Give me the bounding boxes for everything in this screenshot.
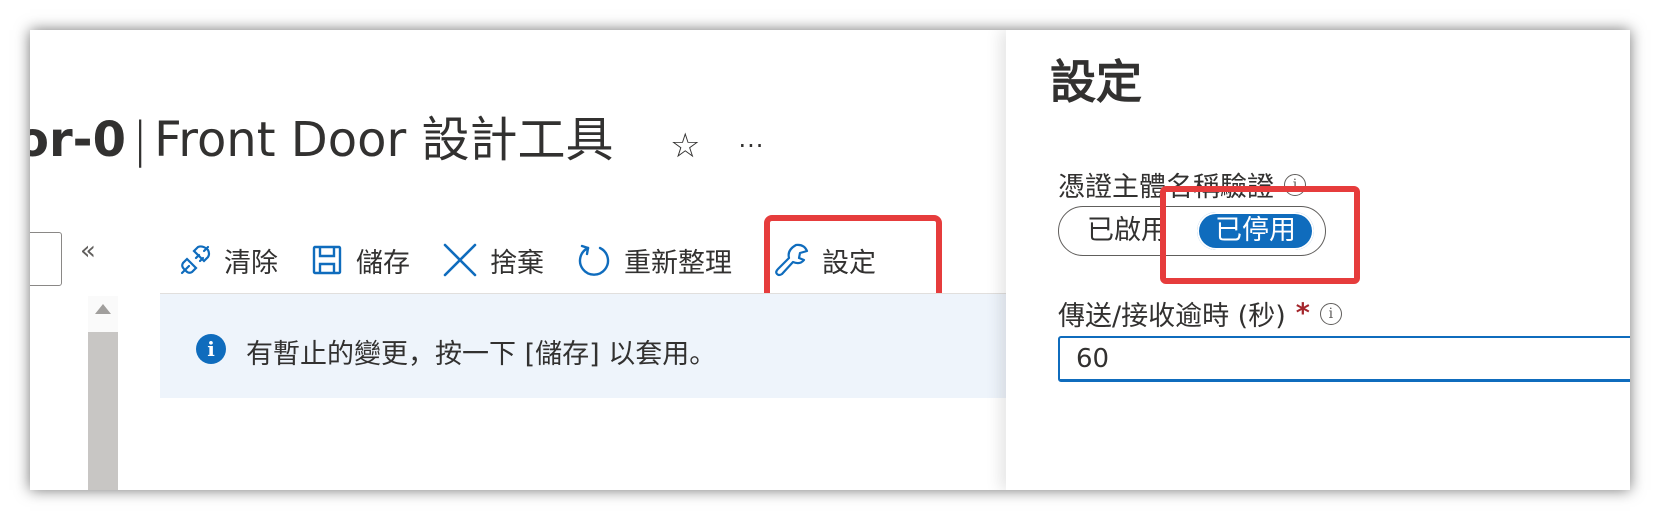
refresh-label: 重新整理 [624,247,732,279]
clear-button[interactable]: 清除 [178,241,278,280]
scrollbar-thumb[interactable] [88,332,118,490]
title-actions: ☆ ··· [670,126,764,166]
timeout-label-text: 傳送/接收逾時 (秒) [1058,301,1286,332]
title-separator: | [131,112,149,168]
timeout-info-icon[interactable]: i [1319,302,1342,325]
timeout-label: 傳送/接收逾時 (秒) * i [1058,294,1342,333]
pending-changes-infobar: i 有暫止的變更，按一下 [儲存] 以套用。 [160,294,1006,398]
close-icon [442,242,478,278]
settings-panel: 設定 憑證主體名稱驗證 i 已啟用 已停用 傳送/接收逾時 (秒) * i 60 [1006,30,1630,490]
info-icon: i [196,334,226,364]
page-title: or-0 | Front Door 設計工具 [30,110,614,170]
discard-button[interactable]: 捨棄 [442,241,544,280]
pending-changes-message: 有暫止的變更，按一下 [儲存] 以套用。 [246,339,717,370]
screenshot-frame: or-0 | Front Door 設計工具 ☆ ··· « 清除 儲存 捨棄 … [30,30,1630,490]
clear-label: 清除 [224,247,278,279]
more-options-icon[interactable]: ··· [738,126,764,166]
save-label: 儲存 [356,247,410,279]
page-title-text: Front Door 設計工具 [154,112,614,168]
toggle-highlight-box [1160,186,1360,284]
refresh-icon [576,242,612,278]
favorite-star-icon[interactable]: ☆ [670,126,700,166]
plug-icon [178,243,212,277]
refresh-button[interactable]: 重新整理 [576,241,732,280]
timeout-input[interactable]: 60 [1058,336,1630,382]
discard-label: 捨棄 [490,247,544,279]
save-button[interactable]: 儲存 [310,241,410,280]
panel-title: 設定 [1050,55,1142,109]
collapse-sidebar-icon[interactable]: « [80,236,96,266]
save-icon [310,243,344,277]
resource-search-input[interactable] [30,232,62,286]
resource-name: or-0 [30,112,126,168]
settings-highlight-box [764,215,942,305]
required-marker: * [1295,298,1310,329]
scroll-up-arrow-icon[interactable] [95,304,111,314]
scrollbar[interactable] [88,296,118,490]
